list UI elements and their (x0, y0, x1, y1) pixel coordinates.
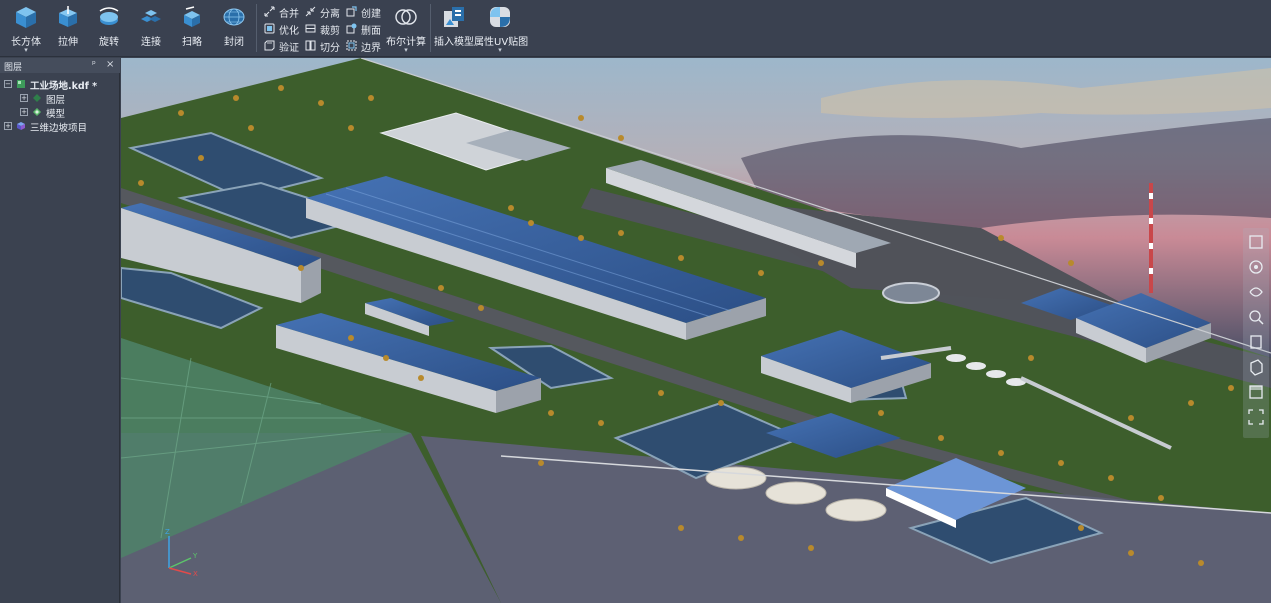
pan-rotate-icon[interactable] (1246, 282, 1266, 302)
create-icon (346, 6, 357, 17)
insert-model-label: 插入模型 (434, 37, 474, 48)
boolean-icon (395, 9, 417, 25)
boolean-dropdown-arrow[interactable]: ▾ (386, 46, 426, 54)
connect-button[interactable]: 连接 (131, 2, 171, 56)
3d-viewport[interactable]: Z Y X (121, 58, 1271, 603)
axis-x-label: X (193, 570, 198, 578)
close-label: 封闭 (224, 37, 244, 48)
close-button[interactable]: 封闭 (214, 2, 254, 56)
view-iso-icon[interactable] (1246, 357, 1266, 377)
insert-model-button[interactable]: 插入模型 (434, 2, 474, 56)
uv-map-dropdown-arrow[interactable]: ▾ (480, 46, 520, 54)
layers-panel-header: 图层 ᵖ × (0, 58, 120, 73)
expand-toggle[interactable]: + (4, 122, 12, 130)
tree-item-label: 工业场地.kdf * (30, 81, 98, 92)
extrude-icon (59, 6, 77, 27)
boundary-icon (346, 40, 357, 51)
ribbon-toolbar: 长方体 ▾ 拉伸 旋转 连接 扫略 封闭 合并 分离 创建 优化 裁剪 删面 验… (0, 0, 1271, 57)
boolean-button[interactable]: 布尔计算 ▾ (386, 2, 426, 56)
scene-file-icon (17, 80, 25, 88)
sweep-button[interactable]: 扫略 (172, 2, 212, 56)
zoom-icon[interactable] (1246, 307, 1266, 327)
pin-icon[interactable]: ᵖ (92, 60, 96, 70)
scene-render: Z Y X (121, 58, 1271, 603)
view-top-icon[interactable] (1246, 382, 1266, 402)
axis-z-label: Z (165, 528, 170, 536)
close-icon[interactable]: × (106, 59, 114, 70)
fit-extent-icon[interactable] (1246, 407, 1266, 427)
navigation-toolbar (1243, 228, 1269, 438)
view-front-icon[interactable] (1246, 332, 1266, 352)
tree-item-label: 三维边坡项目 (30, 123, 88, 134)
layer-icon (33, 94, 41, 102)
model-icon (33, 108, 41, 116)
split-icon (305, 40, 316, 51)
fountain (882, 282, 940, 304)
cube-icon (16, 7, 36, 28)
insert-model-icon (444, 7, 464, 27)
select-icon[interactable] (1246, 232, 1266, 252)
mesh-sphere-icon (223, 8, 245, 26)
tree-item-models[interactable]: + 模型 (20, 105, 116, 120)
box-button[interactable]: 长方体 ▾ (6, 2, 46, 56)
chimney (1149, 183, 1153, 293)
tree-item-scene-file[interactable]: − 工业场地.kdf * (4, 77, 116, 92)
uv-map-icon (490, 7, 510, 27)
merge-icon (264, 6, 275, 17)
ribbon-separator (256, 4, 257, 52)
box-dropdown-arrow[interactable]: ▾ (6, 46, 46, 54)
delete-face-icon (346, 23, 357, 34)
sweep-icon (184, 6, 200, 27)
tree-item-label: 图层 (46, 95, 66, 106)
tree-item-layers[interactable]: + 图层 (20, 91, 116, 106)
project-cube-icon (17, 122, 25, 130)
orbit-icon[interactable] (1246, 257, 1266, 277)
verify-icon (264, 40, 275, 51)
collapse-toggle[interactable]: − (4, 80, 12, 88)
uv-map-button[interactable]: 属性UV贴图 ▾ (474, 2, 528, 56)
expand-toggle[interactable]: + (20, 108, 28, 116)
axis-y-label: Y (192, 552, 198, 560)
optimize-icon (264, 23, 275, 34)
revolve-button[interactable]: 旋转 (89, 2, 129, 56)
clip-icon (305, 24, 316, 33)
layers-panel: 图层 ᵖ × − 工业场地.kdf * + 图层 + 模型 + 三维边坡项目 (0, 58, 120, 603)
revolve-icon (99, 7, 119, 25)
layers-panel-title: 图层 (4, 63, 23, 73)
separate-icon (305, 6, 316, 17)
tree-item-label: 模型 (46, 109, 66, 120)
expand-toggle[interactable]: + (20, 94, 28, 102)
connect-icon (141, 10, 161, 22)
tree-item-slope-project[interactable]: + 三维边坡项目 (4, 119, 116, 134)
extrude-button[interactable]: 拉伸 (48, 2, 88, 56)
